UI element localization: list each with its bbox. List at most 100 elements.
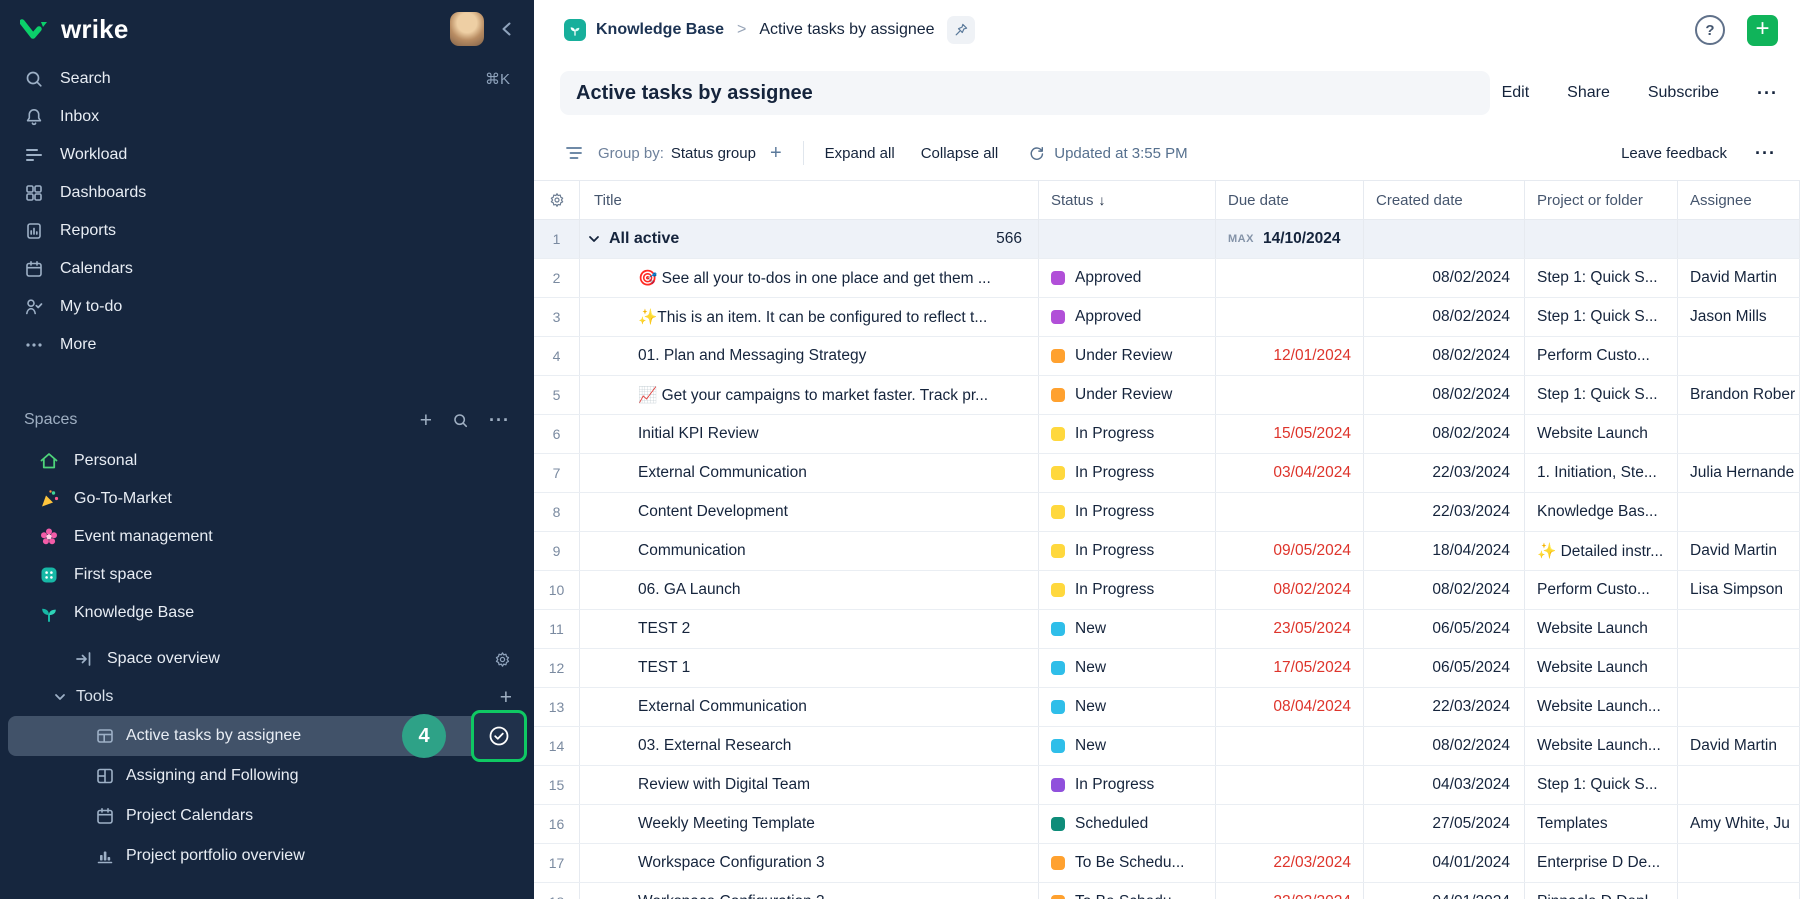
status-cell[interactable]: Approved (1039, 259, 1216, 297)
status-cell[interactable]: New (1039, 727, 1216, 765)
table-row[interactable]: 10 06. GA Launch In Progress 08/02/2024 … (534, 571, 1800, 610)
project-folder[interactable]: Website Launch... (1525, 688, 1678, 726)
task-title[interactable]: Review with Digital Team (580, 766, 1039, 804)
nav-item-dashboards[interactable]: Dashboards (0, 174, 534, 212)
task-title[interactable]: ✨This is an item. It can be configured t… (580, 298, 1039, 336)
space-settings-gear-icon[interactable] (493, 650, 512, 669)
task-title[interactable]: TEST 1 (580, 649, 1039, 687)
leave-feedback-button[interactable]: Leave feedback (1621, 145, 1727, 162)
task-title[interactable]: 06. GA Launch (580, 571, 1039, 609)
nav-item-calendars[interactable]: Calendars (0, 250, 534, 288)
due-date[interactable]: 15/05/2024 (1216, 415, 1364, 453)
toolbar-more-icon[interactable]: ··· (1755, 144, 1776, 162)
sidebar-item-project-calendars[interactable]: Project Calendars (8, 796, 526, 836)
assignee[interactable]: David Martin (1678, 727, 1800, 765)
due-date[interactable]: 22/03/2024 (1216, 844, 1364, 882)
project-folder[interactable]: Knowledge Bas... (1525, 493, 1678, 531)
assignee[interactable]: David Martin (1678, 532, 1800, 570)
assignee[interactable] (1678, 688, 1800, 726)
nav-item-my-todo[interactable]: My to-do (0, 288, 534, 326)
table-row[interactable]: 15 Review with Digital Team In Progress … (534, 766, 1800, 805)
nav-item-reports[interactable]: Reports (0, 212, 534, 250)
project-folder[interactable]: Enterprise D De... (1525, 844, 1678, 882)
project-folder[interactable]: Perform Custo... (1525, 571, 1678, 609)
column-header-assignee[interactable]: Assignee (1678, 181, 1800, 219)
nav-item-inbox[interactable]: Inbox (0, 98, 534, 136)
table-row[interactable]: 14 03. External Research New 08/02/2024 … (534, 727, 1800, 766)
table-row[interactable]: 12 TEST 1 New 17/05/2024 06/05/2024 Webs… (534, 649, 1800, 688)
due-date[interactable] (1216, 727, 1364, 765)
space-item-go-to-market[interactable]: Go-To-Market (0, 480, 534, 518)
task-title[interactable]: 03. External Research (580, 727, 1039, 765)
task-title[interactable]: Weekly Meeting Template (580, 805, 1039, 843)
assignee[interactable]: Lisa Simpson (1678, 571, 1800, 609)
table-row[interactable]: 4 01. Plan and Messaging Strategy Under … (534, 337, 1800, 376)
sidebar-item-space-overview[interactable]: Space overview (0, 640, 534, 678)
status-cell[interactable]: To Be Schedu... (1039, 883, 1216, 899)
tour-complete-button[interactable] (471, 710, 527, 762)
table-row[interactable]: 2 🎯 See all your to-dos in one place and… (534, 259, 1800, 298)
table-row[interactable]: 3 ✨This is an item. It can be configured… (534, 298, 1800, 337)
sidebar-section-tools[interactable]: Tools + (0, 678, 534, 716)
due-date[interactable]: 12/01/2024 (1216, 337, 1364, 375)
due-date[interactable]: 17/05/2024 (1216, 649, 1364, 687)
table-row[interactable]: 18 Workspace Configuration 3 To Be Sched… (534, 883, 1800, 899)
task-title[interactable]: External Communication (580, 688, 1039, 726)
spaces-search-icon[interactable] (452, 412, 469, 429)
project-folder[interactable]: Website Launch (1525, 415, 1678, 453)
status-cell[interactable]: New (1039, 610, 1216, 648)
due-date[interactable]: 08/02/2024 (1216, 571, 1364, 609)
table-row[interactable]: 8 Content Development In Progress 22/03/… (534, 493, 1800, 532)
due-date[interactable] (1216, 766, 1364, 804)
status-cell[interactable]: Under Review (1039, 376, 1216, 414)
project-folder[interactable]: Templates (1525, 805, 1678, 843)
sidebar-item-active-tasks-by-assignee[interactable]: Active tasks by assignee 4 (8, 716, 526, 756)
assignee[interactable]: Brandon Rober (1678, 376, 1800, 414)
column-header-due-date[interactable]: Due date (1216, 181, 1364, 219)
add-space-icon[interactable]: + (420, 410, 432, 431)
wrike-logo[interactable]: wrike (20, 14, 129, 45)
nav-item-workload[interactable]: Workload (0, 136, 534, 174)
table-row[interactable]: 7 External Communication In Progress 03/… (534, 454, 1800, 493)
collapse-all-button[interactable]: Collapse all (921, 145, 999, 162)
column-header-project[interactable]: Project or folder (1525, 181, 1678, 219)
table-row[interactable]: 13 External Communication New 08/04/2024… (534, 688, 1800, 727)
refresh-icon[interactable] (1028, 145, 1045, 162)
project-folder[interactable]: Step 1: Quick S... (1525, 376, 1678, 414)
project-folder[interactable]: Pinnacle D Depl... (1525, 883, 1678, 899)
task-title[interactable]: TEST 2 (580, 610, 1039, 648)
space-item-first-space[interactable]: First space (0, 556, 534, 594)
due-date[interactable]: 08/04/2024 (1216, 688, 1364, 726)
task-title[interactable]: Communication (580, 532, 1039, 570)
project-folder[interactable]: ✨ Detailed instr... (1525, 532, 1678, 570)
due-date[interactable]: 23/05/2024 (1216, 610, 1364, 648)
task-title[interactable]: Content Development (580, 493, 1039, 531)
table-row[interactable]: 17 Workspace Configuration 3 To Be Sched… (534, 844, 1800, 883)
assignee[interactable]: Amy White, Ju (1678, 805, 1800, 843)
task-title[interactable]: Workspace Configuration 3 (580, 844, 1039, 882)
page-title-input[interactable]: Active tasks by assignee (560, 71, 1490, 115)
title-more-icon[interactable]: ··· (1757, 84, 1778, 102)
space-item-event-management[interactable]: Event management (0, 518, 534, 556)
status-cell[interactable]: To Be Schedu... (1039, 844, 1216, 882)
due-date[interactable] (1216, 493, 1364, 531)
status-cell[interactable]: In Progress (1039, 532, 1216, 570)
subscribe-button[interactable]: Subscribe (1648, 84, 1719, 102)
assignee[interactable] (1678, 610, 1800, 648)
due-date[interactable] (1216, 805, 1364, 843)
table-row[interactable]: 6 Initial KPI Review In Progress 15/05/2… (534, 415, 1800, 454)
nav-item-search[interactable]: Search ⌘K (0, 60, 534, 98)
edit-button[interactable]: Edit (1502, 84, 1530, 102)
project-folder[interactable]: Website Launch (1525, 610, 1678, 648)
task-title[interactable]: 01. Plan and Messaging Strategy (580, 337, 1039, 375)
column-header-status[interactable]: Status↓ (1039, 181, 1216, 219)
share-button[interactable]: Share (1567, 84, 1610, 102)
group-by-value[interactable]: Status group (671, 145, 756, 162)
project-folder[interactable]: 1. Initiation, Ste... (1525, 454, 1678, 492)
due-date[interactable]: 22/03/2024 (1216, 883, 1364, 899)
column-header-created-date[interactable]: Created date (1364, 181, 1525, 219)
column-header-title[interactable]: Title (580, 181, 1039, 219)
project-folder[interactable]: Website Launch... (1525, 727, 1678, 765)
task-title[interactable]: Initial KPI Review (580, 415, 1039, 453)
due-date[interactable] (1216, 376, 1364, 414)
